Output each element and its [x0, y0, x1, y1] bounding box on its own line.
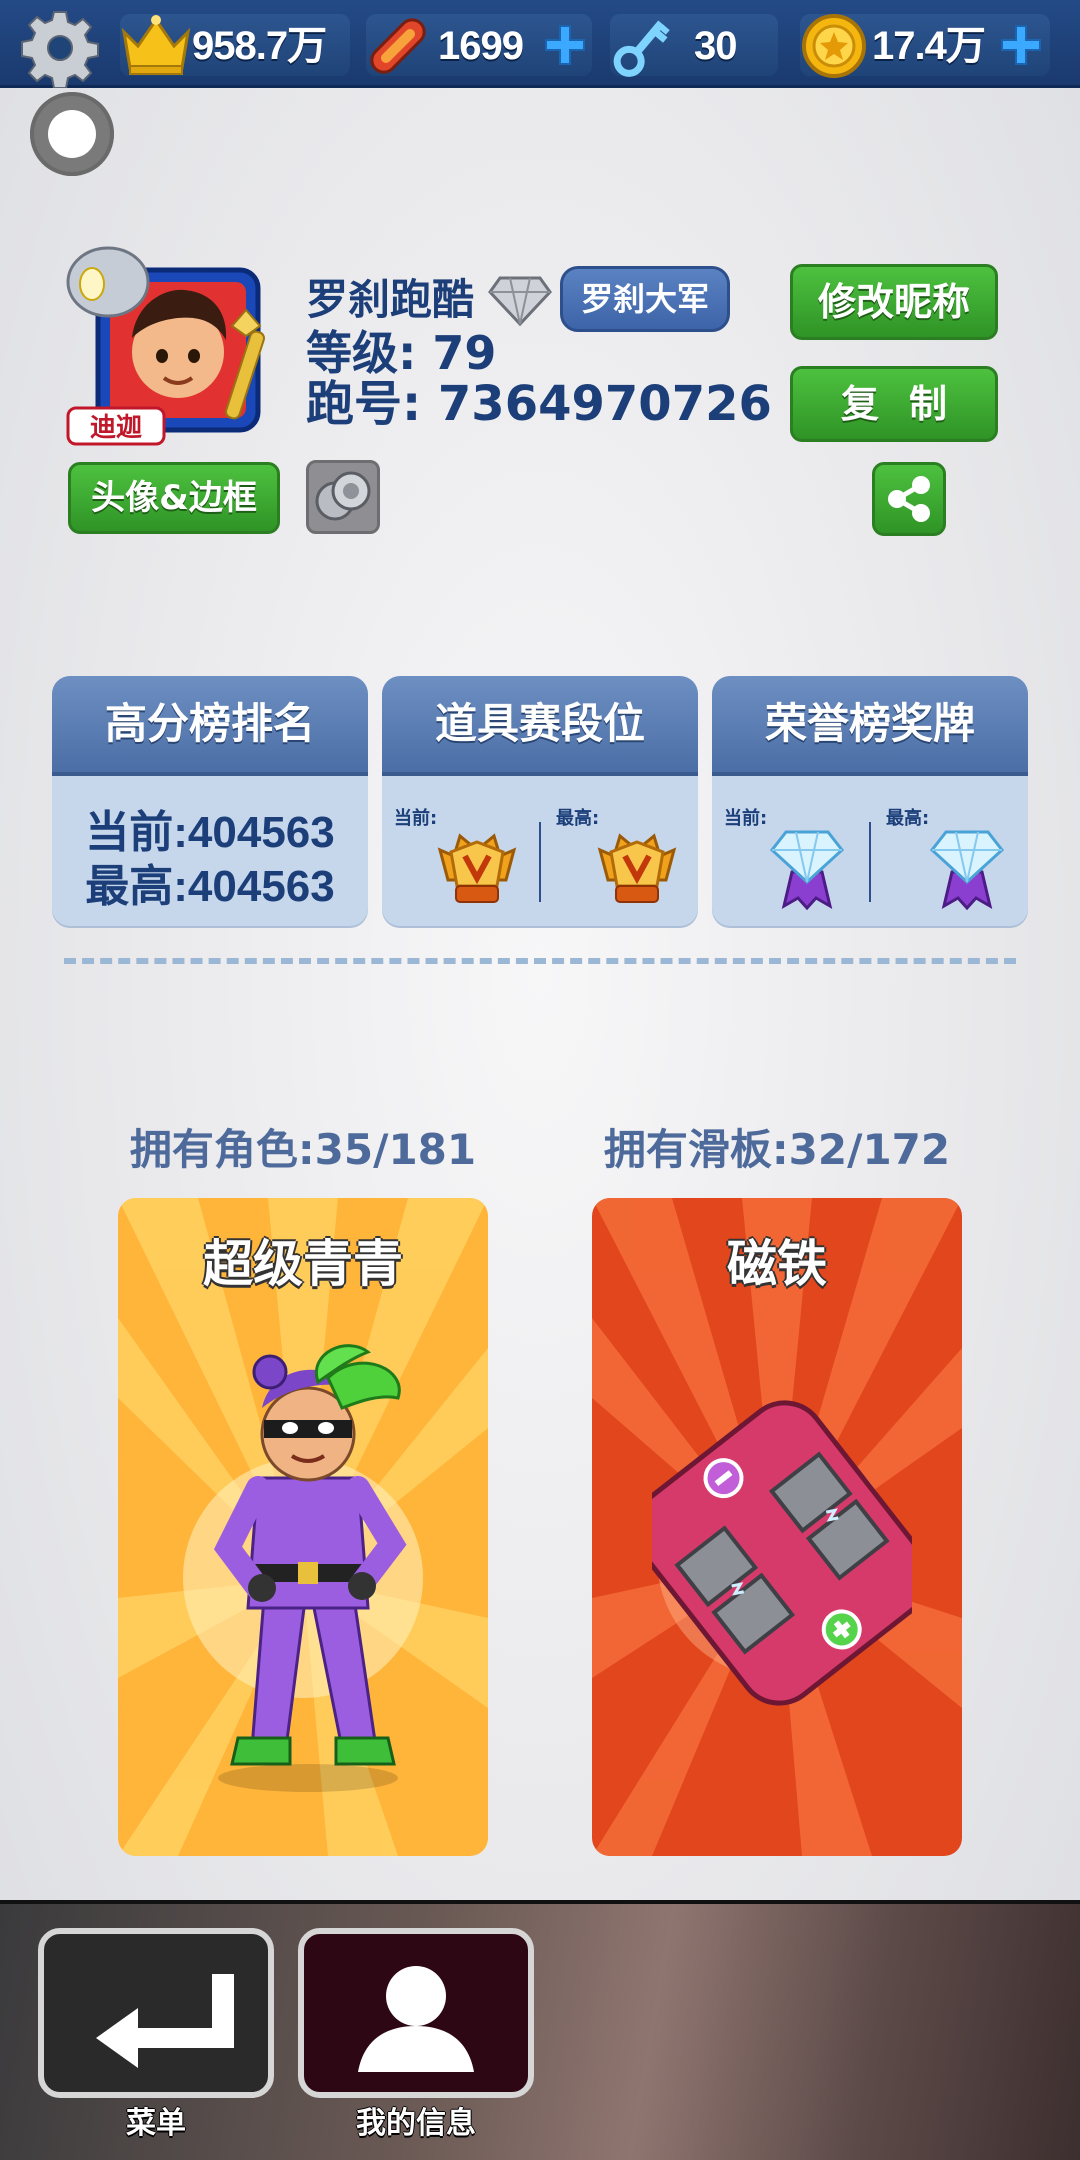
board-counter: 1699	[366, 14, 592, 76]
honor-current-label: 当前:	[724, 808, 768, 829]
highscore-title: 高分榜排名	[52, 676, 368, 776]
add-boards-icon[interactable]	[542, 22, 588, 68]
coin-icon	[802, 14, 866, 78]
player-name: 罗刹跑酷	[306, 275, 475, 324]
honor-medal-title: 荣誉榜奖牌	[712, 676, 1028, 776]
diamond-best-medal-icon	[929, 830, 1005, 910]
record-toggle-knob	[48, 110, 96, 158]
character-figure	[213, 1344, 407, 1792]
crown-value: 958.7万	[192, 24, 327, 68]
highscore-best: 最高:404563	[85, 862, 335, 911]
key-counter: 30	[610, 14, 778, 77]
gear-icon[interactable]	[20, 8, 100, 88]
player-id: 跑号: 7364970726	[306, 376, 772, 432]
character-name: 超级青青	[203, 1235, 403, 1293]
person-icon	[358, 1966, 474, 2072]
board-value: 1699	[438, 24, 524, 68]
badge-icon	[315, 471, 371, 521]
gold-league-best-medal-icon	[597, 833, 677, 903]
character-showcase[interactable]: 超级青青	[118, 1198, 488, 1856]
copy-id-button[interactable]: 复制	[790, 366, 998, 442]
rename-button[interactable]: 修改昵称	[790, 264, 998, 340]
card-divider	[869, 822, 871, 902]
magnet-board-figure	[652, 1400, 912, 1706]
avatar-caption: 迪迦	[90, 413, 142, 443]
gold-league-medal-icon	[437, 833, 517, 903]
my-info-label: 我的信息	[356, 2106, 476, 2141]
crown-icon	[121, 15, 191, 75]
boards-owned: 拥有滑板:32/172	[603, 1125, 951, 1174]
add-coins-icon[interactable]	[998, 22, 1044, 68]
team-tag[interactable]: 罗刹大军	[560, 266, 730, 332]
my-info-button[interactable]	[298, 1928, 534, 2098]
characters-owned: 拥有角色:35/181	[129, 1125, 477, 1174]
return-arrow-icon	[96, 1974, 234, 2068]
diamond-rank-icon	[488, 276, 552, 327]
currency-bar: 958.7万 1699 30 17.4万	[0, 0, 1080, 88]
coin-value: 17.4万	[872, 24, 986, 68]
card-divider	[539, 822, 541, 902]
menu-label: 菜单	[126, 2106, 186, 2141]
powerup-league-title: 道具赛段位	[382, 676, 698, 776]
crown-counter: 958.7万	[120, 14, 350, 76]
share-button[interactable]	[872, 462, 946, 536]
menu-button[interactable]	[38, 1928, 274, 2098]
league-current-label: 当前:	[394, 808, 438, 829]
section-divider	[64, 958, 1016, 964]
honor-medal-card[interactable]: 荣誉榜奖牌 当前: 最高:	[712, 676, 1028, 926]
key-icon	[613, 20, 670, 77]
record-toggle[interactable]	[30, 92, 114, 176]
diamond-medal-icon	[769, 830, 845, 910]
powerup-league-card[interactable]: 道具赛段位 当前: 最高:	[382, 676, 698, 926]
badge-slot-button[interactable]	[306, 460, 380, 534]
player-avatar[interactable]: 迪迦	[62, 240, 282, 450]
board-name: 磁铁	[727, 1235, 827, 1293]
share-icon	[888, 476, 930, 522]
key-value: 30	[694, 24, 737, 68]
highscore-card[interactable]: 高分榜排名 当前:404563 最高:404563	[52, 676, 368, 926]
board-showcase[interactable]: 磁铁	[592, 1198, 962, 1856]
avatar-frame-button[interactable]: 头像&边框	[68, 462, 280, 534]
hoverboard-icon	[370, 18, 426, 74]
coin-counter: 17.4万	[800, 14, 1050, 78]
